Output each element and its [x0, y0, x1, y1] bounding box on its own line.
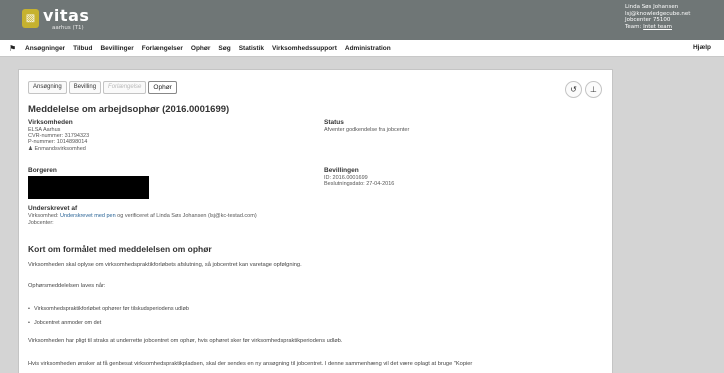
virksomhed-type: ♟ Enmandsvirksomhed: [28, 146, 86, 153]
pin-icon: ⊥: [590, 85, 597, 94]
underskrevet-label: Underskrevet af: [28, 205, 78, 212]
nav-item-statistik[interactable]: Statistik: [239, 45, 264, 52]
list-item: Jobcentret anmoder om det: [28, 320, 101, 326]
virksomheden-label: Virksomheden: [28, 119, 73, 126]
person-icon: ♟: [28, 146, 33, 152]
bevillingen-label: Bevillingen: [324, 167, 359, 174]
section-title: Kort om formålet med meddelelsen om ophø…: [28, 244, 212, 254]
paragraph-4: Hvis virksomheden ønsker at få genbesat …: [28, 361, 473, 367]
user-info: Linda Søs Johansen lsj@knowledgecube.net…: [625, 4, 724, 30]
nav-item-ophor[interactable]: Ophør: [191, 45, 211, 52]
nav-item-bevillinger[interactable]: Bevillinger: [100, 45, 133, 52]
user-team-link[interactable]: Intet team: [643, 24, 672, 30]
underskrevet-suffix: og verificeret af Linda Søs Johansen (ls…: [117, 213, 257, 219]
bevillingen-beslutning: Beslutningsdato: 27-04-2016: [324, 181, 395, 187]
paragraph-3: Virksomheden har pligt til straks at und…: [28, 338, 343, 344]
top-bar: ▧ vitas aarhus (T1) Linda Søs Johansen l…: [0, 0, 724, 40]
nav-items: Ansøgninger Tilbud Bevillinger Forlængel…: [25, 40, 399, 57]
nav-item-tilbud[interactable]: Tilbud: [73, 45, 92, 52]
user-team-label: Team:: [625, 23, 642, 30]
tab-ansogning[interactable]: Ansøgning: [28, 81, 67, 94]
nav-item-forlaengelser[interactable]: Forlængelser: [142, 45, 183, 52]
nav-item-administration[interactable]: Administration: [345, 45, 391, 52]
main-nav: ⚑ Ansøgninger Tilbud Bevillinger Forlæng…: [0, 40, 724, 57]
underskrevet-prefix: Virksomhed:: [28, 213, 59, 219]
brand-name[interactable]: vitas: [43, 7, 89, 24]
tab-bevilling[interactable]: Bevilling: [68, 81, 102, 94]
paragraph-2: Ophørsmeddelelsen laves når:: [28, 283, 106, 289]
virksomhed-pnr: P-nummer: 1014898014: [28, 139, 88, 145]
pin-button[interactable]: ⊥: [585, 81, 602, 98]
nav-item-ansogninger[interactable]: Ansøgninger: [25, 45, 65, 52]
borgeren-label: Borgeren: [28, 167, 57, 174]
help-link[interactable]: Hjælp: [693, 44, 711, 51]
status-value: Afventer godkendelse fra jobcenter: [324, 127, 410, 133]
nav-item-virksomhedssupport[interactable]: Virksomhedssupport: [272, 45, 337, 52]
underskrevet-link[interactable]: Underskrevet med pen: [60, 213, 116, 219]
tab-forlaengelse: Forlængelse: [103, 81, 147, 94]
history-button[interactable]: ↺: [565, 81, 582, 98]
page-title: Meddelelse om arbejdsophør (2016.0001699…: [28, 104, 230, 115]
list-item: Virksomhedspraktikforløbet ophører før t…: [28, 306, 189, 312]
history-icon: ↺: [570, 85, 577, 94]
user-team: Team: Intet team: [625, 24, 724, 31]
people-icon: ▧: [25, 13, 36, 24]
home-icon[interactable]: ⚑: [9, 44, 18, 53]
virksomhed-type-text: Enmandsvirksomhed: [34, 146, 86, 152]
underskrevet-virksomhed: Virksomhed: Underskrevet med pen og veri…: [28, 213, 257, 220]
vitas-logo[interactable]: ▧: [22, 9, 39, 28]
brand-subtitle: aarhus (T1): [52, 25, 84, 31]
status-label: Status: [324, 119, 344, 126]
paragraph-1: Virksomheden skal oplyse om virksomhedsp…: [28, 262, 302, 268]
underskrevet-jobcenter: Jobcenter:: [28, 220, 54, 226]
tab-bar: Ansøgning Bevilling Forlængelse Ophør: [28, 81, 179, 94]
content-panel: Ansøgning Bevilling Forlængelse Ophør ↺ …: [18, 69, 613, 373]
borgeren-redacted: [28, 176, 149, 199]
tab-ophor[interactable]: Ophør: [148, 81, 177, 94]
nav-item-sog[interactable]: Søg: [218, 45, 230, 52]
